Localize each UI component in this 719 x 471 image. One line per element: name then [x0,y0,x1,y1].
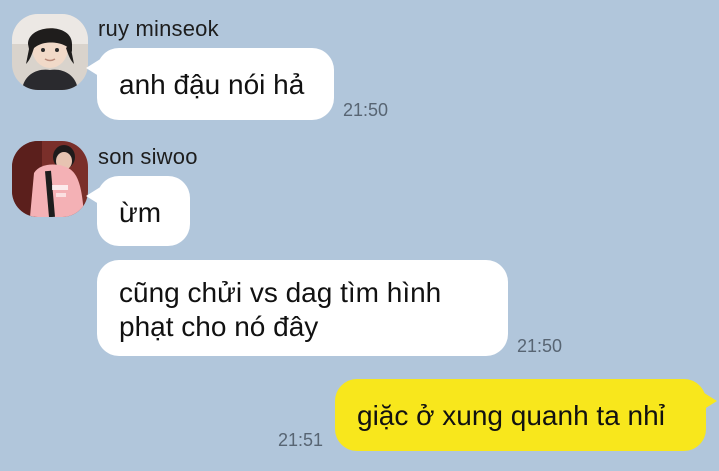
message-timestamp: 21:50 [517,336,563,356]
message-bubble[interactable]: anh đậu nói hả [86,48,334,120]
message-timestamp: 21:51 [278,430,324,450]
chat-window: ruy minseok anh đậu nói hả 21:50 son siw… [0,0,719,471]
avatar-ruy-minseok[interactable] [12,14,88,90]
message-bubble[interactable]: ừm [86,176,190,246]
profile-photo-icon [12,141,88,217]
outgoing-message-bubble[interactable]: giặc ở xung quanh ta nhỉ [335,379,717,451]
sender-name: son siwoo [98,144,198,169]
profile-photo-icon [12,14,88,90]
sender-name: ruy minseok [98,16,219,41]
avatar-son-siwoo[interactable] [12,141,88,217]
message-timestamp: 21:50 [343,100,389,120]
message-bubble[interactable]: cũng chửi vs dag tìm hình phạt cho nó đâ… [97,260,508,356]
